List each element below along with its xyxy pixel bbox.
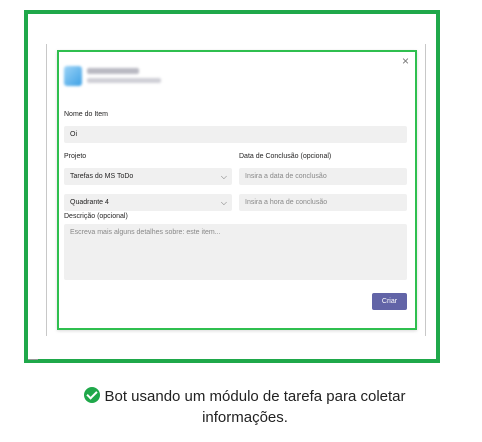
- close-icon[interactable]: ×: [402, 55, 409, 67]
- app-icon: [64, 66, 82, 86]
- description-textarea[interactable]: Escreva mais alguns detalhes sobre: este…: [64, 224, 407, 280]
- caption-text: Bot usando um módulo de tarefa para cole…: [104, 388, 406, 426]
- chevron-down-icon: ⌵: [220, 198, 227, 207]
- divider-right: [425, 44, 426, 336]
- figure-caption: Bot usando um módulo de tarefa para cole…: [40, 386, 450, 428]
- highlight-frame: × Nome do Item Oi Projeto Data de Conclu…: [24, 10, 440, 363]
- project-label: Projeto: [64, 153, 87, 160]
- item-name-label: Nome do Item: [64, 111, 108, 118]
- quadrant-dropdown-value: Quadrante 4: [70, 199, 109, 206]
- due-time-input[interactable]: Insira a hora de conclusão: [239, 194, 407, 211]
- due-date-label: Data de Conclusão (opcional): [239, 153, 332, 160]
- blurred-app-subtitle: [87, 78, 161, 83]
- project-dropdown[interactable]: Tarefas do MS ToDo ⌵: [64, 168, 232, 185]
- divider-left: [46, 44, 47, 336]
- project-dropdown-value: Tarefas do MS ToDo: [70, 173, 134, 180]
- quadrant-dropdown[interactable]: Quadrante 4 ⌵: [64, 194, 232, 211]
- divider-bottom: [28, 359, 38, 360]
- item-name-input[interactable]: Oi: [64, 126, 407, 143]
- task-module-dialog: × Nome do Item Oi Projeto Data de Conclu…: [57, 50, 417, 330]
- description-label: Descrição (opcional): [64, 213, 128, 220]
- chevron-down-icon: ⌵: [220, 172, 227, 181]
- check-circle-icon: [84, 387, 101, 403]
- blurred-app-name: [87, 68, 139, 74]
- create-button[interactable]: Criar: [372, 293, 407, 310]
- due-date-input[interactable]: Insira a data de conclusão: [239, 168, 407, 185]
- dialog-header: [64, 66, 264, 92]
